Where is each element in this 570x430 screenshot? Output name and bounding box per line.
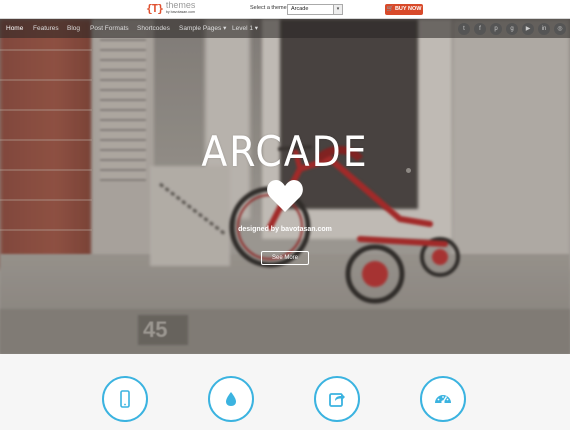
logo-word: themes xyxy=(165,0,196,10)
feature-droplet[interactable] xyxy=(208,376,254,422)
twitter-icon[interactable]: t xyxy=(458,23,470,35)
feature-share[interactable] xyxy=(314,376,360,422)
youtube-icon[interactable]: ▶ xyxy=(522,23,534,35)
nav-item-features[interactable]: Features xyxy=(33,19,59,38)
theme-select[interactable]: Arcade ▾ xyxy=(287,4,343,15)
chevron-down-icon: ▾ xyxy=(333,5,342,14)
droplet-icon xyxy=(226,392,236,406)
share-icon xyxy=(329,393,345,407)
dashboard-icon xyxy=(435,395,451,404)
hero-banner: 45 ARCADE designed by bavotasan.com See … xyxy=(0,19,570,354)
nav-item-level-1[interactable]: Level 1 ▾ xyxy=(232,19,258,38)
facebook-icon[interactable]: f xyxy=(474,23,486,35)
logo-subtitle: by bavotasan.com xyxy=(165,10,196,14)
nav-item-blog[interactable]: Blog xyxy=(67,19,80,38)
nav-item-shortcodes[interactable]: Shortcodes xyxy=(137,19,170,38)
hero-title: ARCADE xyxy=(201,127,369,176)
main-nav: Home Features Blog Post Formats Shortcod… xyxy=(0,19,570,38)
designed-by-text: designed by bavotasan.com xyxy=(238,226,332,233)
nav-item-sample-pages[interactable]: Sample Pages ▾ xyxy=(179,19,226,38)
logo-mark: {T} xyxy=(146,2,164,15)
theme-select-value: Arcade xyxy=(291,6,309,12)
instagram-icon[interactable]: ◎ xyxy=(554,23,566,35)
see-more-button[interactable]: See More xyxy=(261,251,309,265)
linkedin-icon[interactable]: in xyxy=(538,23,550,35)
pinterest-icon[interactable]: p xyxy=(490,23,502,35)
mobile-icon xyxy=(120,390,130,408)
theme-select-label: Select a theme: xyxy=(250,5,289,11)
buy-now-button[interactable]: 🛒 BUY NOW xyxy=(385,4,423,15)
feature-mobile[interactable] xyxy=(102,376,148,422)
heart-icon xyxy=(267,180,303,212)
demo-topbar: {T} themes by bavotasan.com Select a the… xyxy=(0,0,570,19)
nav-item-home[interactable]: Home xyxy=(6,19,23,38)
feature-dashboard[interactable] xyxy=(420,376,466,422)
nav-item-post-formats[interactable]: Post Formats xyxy=(90,19,129,38)
themes-logo[interactable]: {T} themes by bavotasan.com xyxy=(146,1,195,18)
google-plus-icon[interactable]: g xyxy=(506,23,518,35)
cart-icon: 🛒 xyxy=(386,6,394,12)
